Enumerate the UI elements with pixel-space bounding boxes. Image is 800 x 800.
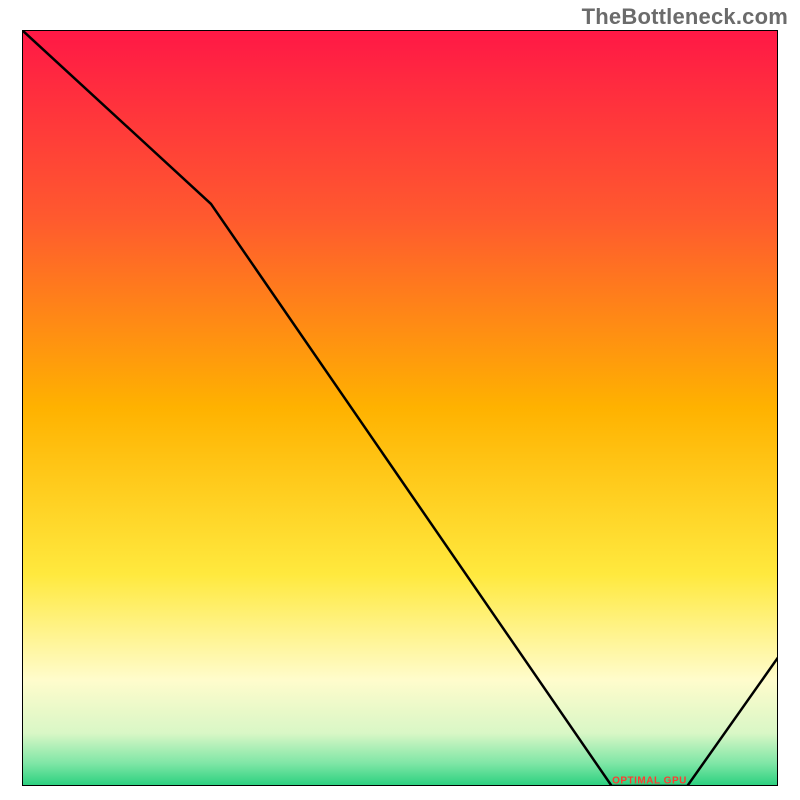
plot-area: OPTIMAL GPU: [22, 30, 778, 786]
chart-svg: [22, 30, 778, 786]
gradient-background: [22, 30, 778, 786]
watermark-text: TheBottleneck.com: [582, 4, 788, 30]
chart-stage: TheBottleneck.com OPTIMAL GPU: [0, 0, 800, 800]
optimal-gpu-label: OPTIMAL GPU: [612, 776, 687, 787]
